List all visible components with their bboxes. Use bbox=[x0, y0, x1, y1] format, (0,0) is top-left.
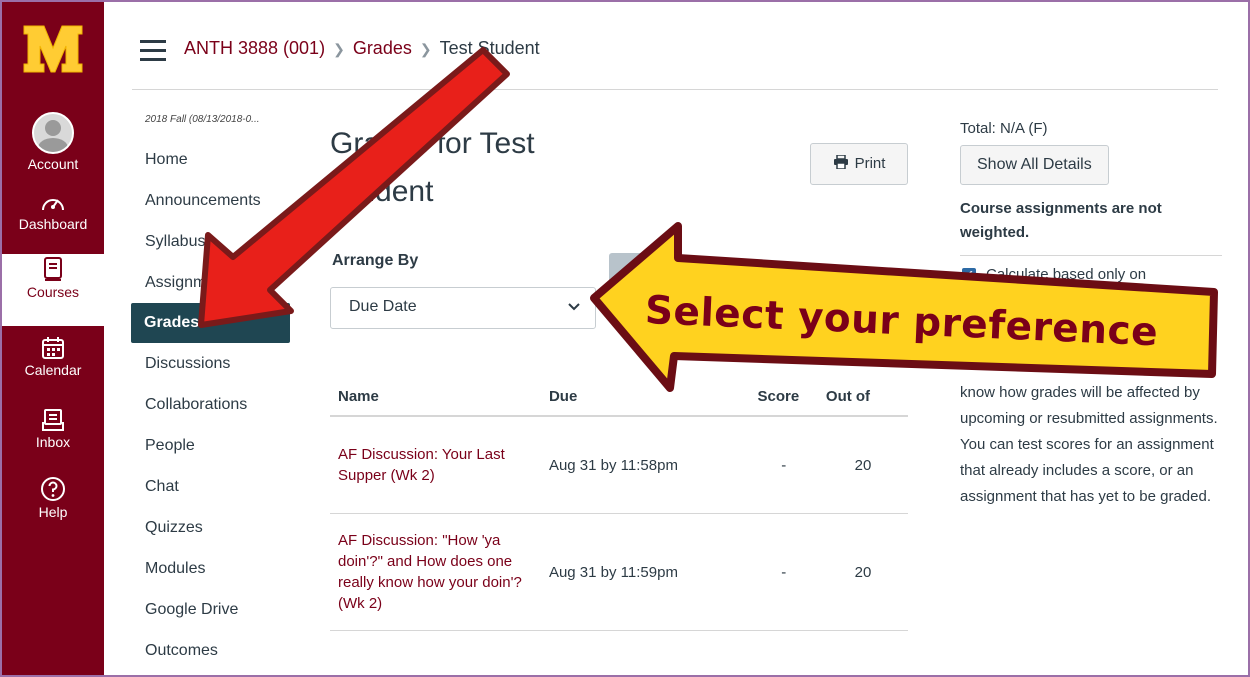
table-row: AF Discussion: "How 'ya doin'?" and How … bbox=[330, 513, 908, 631]
table-row: AF Discussion: Your Last Supper (Wk 2) A… bbox=[330, 416, 908, 514]
global-nav-calendar[interactable]: Calendar bbox=[2, 336, 104, 378]
column-header-score[interactable]: Score bbox=[749, 380, 818, 417]
course-nav-modules[interactable]: Modules bbox=[132, 548, 302, 589]
course-nav-quizzes[interactable]: Quizzes bbox=[132, 507, 302, 548]
apply-button[interactable] bbox=[609, 253, 649, 293]
column-header-out-of[interactable]: Out of bbox=[817, 380, 908, 417]
assignment-link[interactable]: AF Discussion: "How 'ya doin'?" and How … bbox=[338, 532, 522, 612]
checkbox-checked-icon[interactable]: ✔ bbox=[962, 268, 976, 282]
course-nav-google-drive[interactable]: Google Drive bbox=[132, 589, 302, 630]
assignment-name-cell: AF Discussion: "How 'ya doin'?" and How … bbox=[330, 513, 541, 631]
global-nav: Account Dashboard Courses Calendar Inbox… bbox=[2, 2, 104, 675]
course-nav-people[interactable]: People bbox=[132, 425, 302, 466]
chevron-right-icon: ❯ bbox=[333, 41, 345, 57]
calculate-graded-only-checkbox-row[interactable]: ✔ Calculate based only on bbox=[960, 266, 1230, 283]
grades-sidebar: Total: N/A (F) Show All Details Course a… bbox=[960, 120, 1230, 283]
app-window: Account Dashboard Courses Calendar Inbox… bbox=[0, 0, 1250, 677]
breadcrumb-student: Test Student bbox=[439, 38, 540, 58]
global-nav-label: Courses bbox=[26, 284, 80, 300]
course-nav-grades[interactable]: Grades bbox=[131, 303, 290, 343]
calculate-label: Calculate based only on bbox=[986, 266, 1147, 283]
global-nav-account[interactable]: Account bbox=[2, 112, 104, 172]
global-nav-help[interactable]: Help bbox=[2, 476, 104, 520]
global-nav-label: Inbox bbox=[35, 434, 71, 450]
global-nav-label: Help bbox=[38, 504, 68, 520]
score-cell[interactable]: - bbox=[749, 416, 818, 514]
course-nav-chat[interactable]: Chat bbox=[132, 466, 302, 507]
global-nav-label: Dashboard bbox=[18, 216, 88, 232]
course-nav-assignments[interactable]: Assignm bbox=[132, 262, 302, 303]
grades-table: Name Due Score Out of AF Discussion: You… bbox=[330, 380, 908, 631]
help-icon bbox=[41, 477, 65, 501]
print-label: Print bbox=[854, 155, 886, 172]
avatar bbox=[32, 112, 74, 154]
course-nav: 2018 Fall (08/13/2018-0... Home Announce… bbox=[131, 114, 302, 671]
arrange-by-value: Due Date bbox=[349, 298, 417, 315]
course-nav-discussions[interactable]: Discussions bbox=[132, 343, 302, 384]
global-nav-dashboard[interactable]: Dashboard bbox=[2, 192, 104, 232]
out-of-cell: 20 bbox=[817, 513, 908, 631]
page-title-line: Student bbox=[330, 175, 434, 208]
chevron-down-icon bbox=[568, 303, 580, 311]
page-title: Grades for Test Student bbox=[330, 120, 590, 216]
breadcrumb-grades[interactable]: Grades bbox=[353, 38, 412, 58]
page-title-line: Grades for Test bbox=[330, 127, 535, 160]
global-nav-label: Account bbox=[27, 156, 79, 172]
calendar-icon bbox=[42, 337, 64, 359]
printer-icon bbox=[833, 154, 848, 170]
column-header-name[interactable]: Name bbox=[330, 380, 541, 417]
print-button[interactable]: Print bbox=[810, 143, 908, 185]
breadcrumb-course[interactable]: ANTH 3888 (001) bbox=[184, 38, 325, 58]
total-grade: Total: N/A (F) bbox=[960, 120, 1048, 137]
show-all-details-button[interactable]: Show All Details bbox=[960, 145, 1109, 185]
page-header: ANTH 3888 (001) ❯ Grades ❯ Test Student bbox=[104, 2, 1248, 92]
out-of-cell: 20 bbox=[817, 416, 908, 514]
inbox-icon bbox=[42, 409, 64, 431]
course-nav-home[interactable]: Home bbox=[132, 139, 302, 180]
global-nav-inbox[interactable]: Inbox bbox=[2, 408, 104, 450]
weighting-note: Course assignments are not weighted. bbox=[960, 200, 1162, 241]
hamburger-menu-icon[interactable] bbox=[140, 40, 166, 61]
table-header-row: Name Due Score Out of bbox=[330, 380, 908, 417]
arrange-by-select[interactable]: Due Date bbox=[330, 287, 596, 329]
course-nav-syllabus[interactable]: Syllabus bbox=[132, 221, 302, 262]
callout-label: Select your preference bbox=[644, 288, 1160, 356]
arrange-by-label: Arrange By bbox=[332, 252, 419, 269]
header-divider bbox=[132, 89, 1218, 90]
university-logo[interactable] bbox=[20, 12, 86, 82]
course-nav-outcomes[interactable]: Outcomes bbox=[132, 630, 302, 671]
sidebar-divider bbox=[960, 255, 1222, 256]
speedometer-icon bbox=[42, 199, 64, 211]
global-nav-courses[interactable]: Courses bbox=[2, 254, 104, 326]
assignment-name-cell: AF Discussion: Your Last Supper (Wk 2) bbox=[330, 416, 541, 514]
breadcrumb: ANTH 3888 (001) ❯ Grades ❯ Test Student bbox=[184, 38, 540, 59]
due-cell: Aug 31 by 11:58pm bbox=[540, 416, 750, 514]
score-cell[interactable]: - bbox=[749, 513, 818, 631]
course-nav-announcements[interactable]: Announcements bbox=[132, 180, 302, 221]
what-if-description: know how grades will be affected by upco… bbox=[960, 384, 1218, 505]
column-header-due[interactable]: Due bbox=[540, 380, 750, 417]
assignment-link[interactable]: AF Discussion: Your Last Supper (Wk 2) bbox=[338, 446, 505, 484]
global-nav-label: Calendar bbox=[24, 362, 82, 378]
book-icon bbox=[44, 257, 62, 281]
chevron-right-icon: ❯ bbox=[419, 41, 432, 57]
term-label: 2018 Fall (08/13/2018-0... bbox=[145, 114, 260, 125]
due-cell: Aug 31 by 11:59pm bbox=[540, 513, 750, 631]
course-nav-collaborations[interactable]: Collaborations bbox=[132, 384, 302, 425]
